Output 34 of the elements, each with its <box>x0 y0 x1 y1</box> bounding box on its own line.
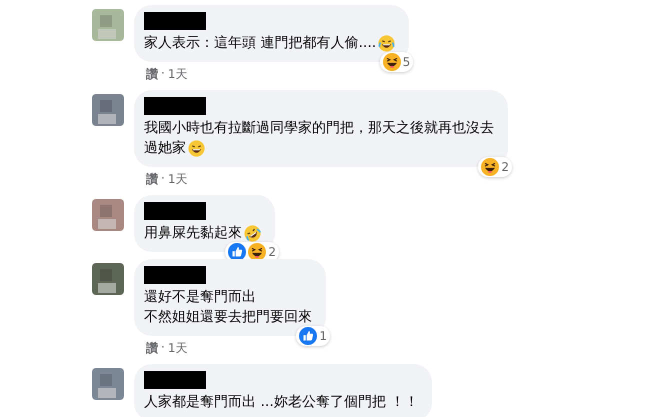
like-icon <box>299 327 318 345</box>
name-redaction <box>144 97 206 115</box>
separator-dot: · <box>161 340 165 356</box>
comment-text: 家人表示：這年頭 連門把都有人偷.... <box>144 34 376 53</box>
laughing-tears-emoji-icon <box>378 34 396 52</box>
timestamp[interactable]: 1天 <box>168 340 188 357</box>
name-redaction <box>144 12 206 30</box>
timestamp[interactable]: 1天 <box>168 171 188 188</box>
timestamp[interactable]: 1天 <box>168 66 188 83</box>
like-link[interactable]: 讚 <box>146 340 158 357</box>
separator-dot: · <box>161 66 165 82</box>
like-link[interactable]: 讚 <box>146 66 158 83</box>
comment-text: 用鼻屎先黏起來 <box>144 224 242 243</box>
reaction-count: 2 <box>501 160 509 174</box>
reaction-badge[interactable]: 1 <box>296 326 330 346</box>
like-link[interactable]: 讚 <box>146 171 158 188</box>
laughing-tears-emoji-icon <box>244 224 261 242</box>
comment-text: 人家都是奪門而出 ...妳老公奪了個門把 ！！ <box>144 393 418 412</box>
reaction-count: 5 <box>402 55 410 69</box>
comment-text: 不然姐姐還要去把門要回來 <box>144 308 312 327</box>
reaction-badge[interactable]: 2 <box>478 157 512 177</box>
comment-text: 過她家 <box>144 139 186 158</box>
reaction-count: 1 <box>319 329 327 343</box>
grinning-emoji-icon <box>188 140 205 156</box>
laughing-emoji-icon <box>382 53 401 71</box>
laughing-emoji-icon <box>481 158 500 176</box>
separator-dot: · <box>161 171 165 187</box>
reaction-badge[interactable]: 5 <box>380 52 414 72</box>
comment-text: 還好不是奪門而出 <box>144 288 256 307</box>
reaction-count: 2 <box>268 245 276 259</box>
name-redaction <box>144 371 206 389</box>
name-redaction <box>144 202 206 220</box>
name-redaction <box>144 266 206 284</box>
comment-text: 我國小時也有拉斷過同學家的門把，那天之後就再也沒去 <box>144 119 494 138</box>
